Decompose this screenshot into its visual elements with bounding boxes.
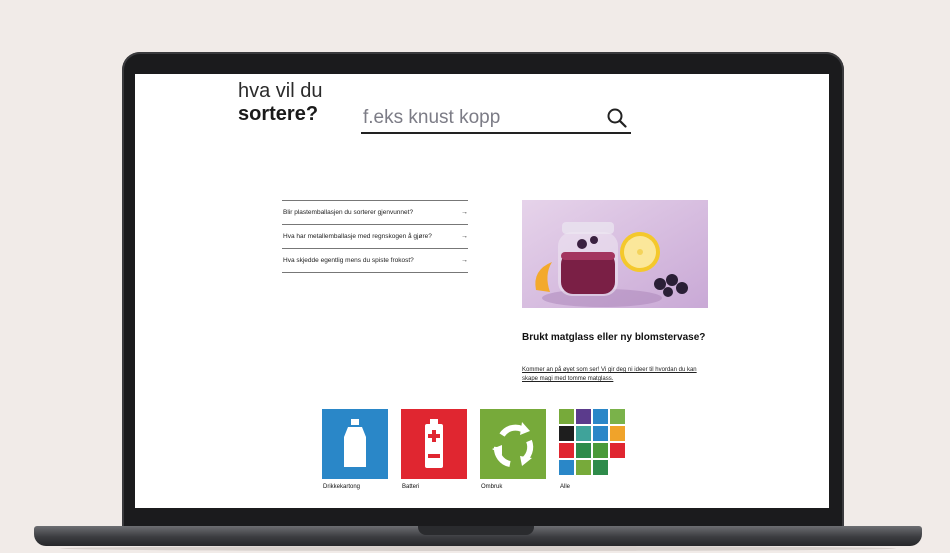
arrow-right-icon: → <box>461 233 468 240</box>
article-title[interactable]: Brukt matglass eller ny blomstervase? <box>522 332 712 344</box>
heading-line-2: sortere? <box>238 103 319 125</box>
search-bar <box>361 104 631 134</box>
question-link[interactable]: Hva har metallemballasje med regnskogen … <box>282 225 468 249</box>
page-heading: hva vil du sortere? <box>238 80 323 126</box>
article-link[interactable]: Kommer an på øyet som ser! Vi gir deg ni… <box>522 366 712 384</box>
question-list: Blir plastemballasjen du sorterer gjenvu… <box>282 200 468 273</box>
article-image[interactable] <box>522 200 708 308</box>
heading-line-1: hva vil du <box>238 80 323 102</box>
search-input[interactable] <box>361 104 595 132</box>
carton-icon <box>322 409 388 479</box>
category-tile-drikkekartong[interactable]: Drikkekartong <box>322 409 388 491</box>
category-label: Batteri <box>402 484 420 490</box>
category-tile-ombruk[interactable]: Ombruk <box>480 409 546 491</box>
category-label: Alle <box>560 484 571 490</box>
category-tile-alle[interactable]: Alle <box>559 409 625 491</box>
category-label: Drikkekartong <box>323 484 361 490</box>
laptop-notch <box>418 526 534 535</box>
search-icon[interactable] <box>605 106 629 130</box>
battery-icon <box>401 409 467 479</box>
category-tile-batteri[interactable]: Batteri <box>401 409 467 491</box>
question-text: Hva skjedde egentlig mens du spiste frok… <box>283 257 414 264</box>
question-text: Blir plastemballasjen du sorterer gjenvu… <box>283 209 414 216</box>
reuse-icon <box>480 409 546 479</box>
question-text: Hva har metallemballasje med regnskogen … <box>283 233 432 240</box>
arrow-right-icon: → <box>461 209 468 216</box>
category-label: Ombruk <box>481 484 503 490</box>
all-categories-grid-icon <box>559 409 625 479</box>
question-link[interactable]: Blir plastemballasjen du sorterer gjenvu… <box>282 201 468 225</box>
question-link[interactable]: Hva skjedde egentlig mens du spiste frok… <box>282 249 468 273</box>
arrow-right-icon: → <box>461 257 468 264</box>
laptop-shadow <box>60 546 896 551</box>
laptop-screen: hva vil du sortere? Blir plastemballasje… <box>135 74 829 508</box>
